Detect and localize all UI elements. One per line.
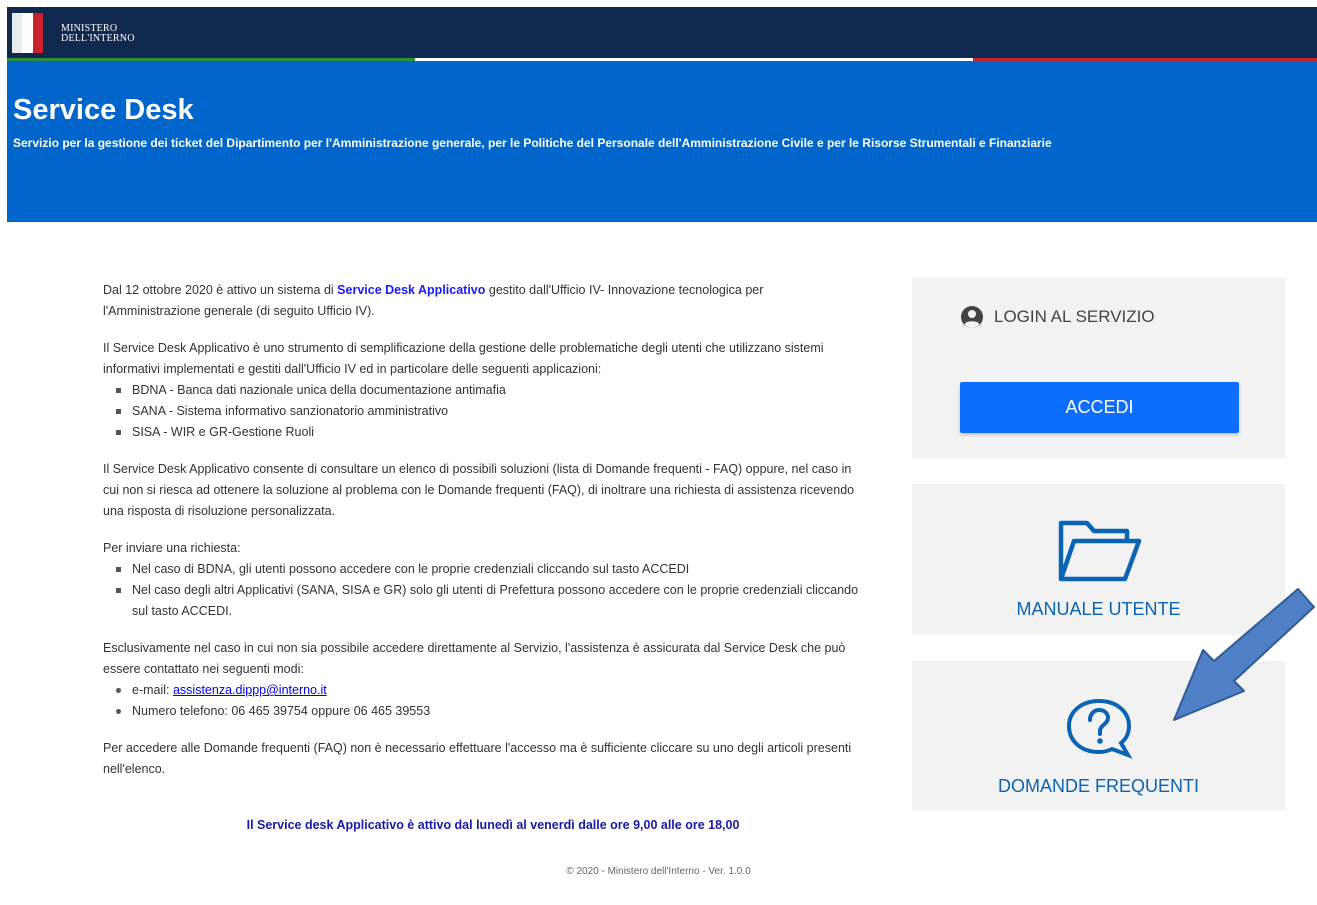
applications-list: BDNA - Banca dati nazionale unica della … <box>103 380 863 443</box>
faq-access-paragraph: Per accedere alle Domande frequenti (FAQ… <box>103 741 852 776</box>
intro-paragraph: Dal 12 ottobre 2020 è attivo un sistema … <box>103 283 764 318</box>
description-paragraph: Il Service Desk Applicativo è uno strume… <box>103 341 824 376</box>
list-item: Nel caso degli altri Applicativi (SANA, … <box>103 580 863 622</box>
ministry-logo-text[interactable]: MINISTERO DELL'INTERNO <box>61 24 135 44</box>
ministry-line-2: DELL'INTERNO <box>61 33 135 44</box>
contact-paragraph: Esclusivamente nel caso in cui non sia p… <box>103 641 846 676</box>
list-item: Nel caso di BDNA, gli utenti possono acc… <box>103 559 863 580</box>
italy-flag-logo <box>12 13 43 53</box>
list-item: Numero telefono: 06 465 39754 oppure 06 … <box>103 701 863 722</box>
page-title: Service Desk <box>13 94 194 126</box>
email-link[interactable]: assistenza.dippp@interno.it <box>173 683 327 697</box>
footer: © 2020 - Ministero dell'Interno - Ver. 1… <box>566 866 751 877</box>
login-title-label: LOGIN AL SERVIZIO <box>994 307 1155 326</box>
faq-label: DOMANDE FREQUENTI <box>997 776 1199 796</box>
contact-list: e-mail: assistenza.dippp@interno.it Nume… <box>103 680 863 722</box>
list-item: SANA - Sistema informativo sanzionatorio… <box>103 401 863 422</box>
service-hours-notice: Il Service desk Applicativo è attivo dal… <box>246 818 740 832</box>
folder-icon <box>1058 520 1141 582</box>
page-subtitle: Servizio per la gestione dei ticket del … <box>13 136 1052 150</box>
faq-description-paragraph: Il Service Desk Applicativo consente di … <box>103 462 855 518</box>
list-item: SISA - WIR e GR-Gestione Ruoli <box>103 422 863 443</box>
login-card: LOGIN AL SERVIZIO ACCEDI <box>912 278 1285 458</box>
main-content: Dal 12 ottobre 2020 è attivo un sistema … <box>103 280 863 796</box>
login-title: LOGIN AL SERVIZIO <box>960 305 1155 329</box>
accedi-button[interactable]: ACCEDI <box>960 382 1239 433</box>
request-intro: Per inviare una richiesta: <box>103 541 241 555</box>
service-desk-highlight: Service Desk Applicativo <box>337 283 486 297</box>
question-bubble-icon <box>1066 698 1133 759</box>
user-circle-icon <box>961 306 983 328</box>
request-list: Nel caso di BDNA, gli utenti possono acc… <box>103 559 863 622</box>
annotation-arrow-icon <box>1173 588 1315 721</box>
list-item: e-mail: assistenza.dippp@interno.it <box>103 680 863 701</box>
hero-banner: Service Desk Servizio per la gestione de… <box>7 61 1317 222</box>
top-bar: MINISTERO DELL'INTERNO <box>7 7 1317 58</box>
list-item: BDNA - Banca dati nazionale unica della … <box>103 380 863 401</box>
